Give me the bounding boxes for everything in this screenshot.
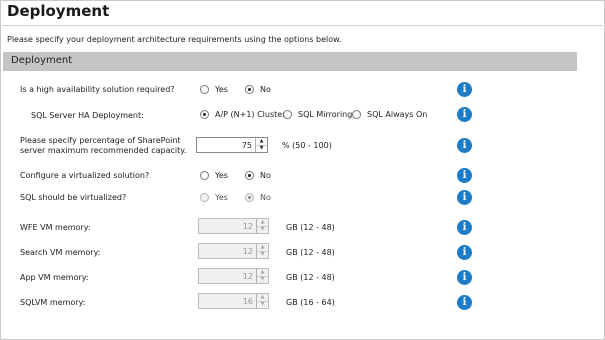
- page-frame: [0, 0, 605, 340]
- sql-virtualized-label: SQL should be virtualized?: [20, 193, 127, 202]
- capacity-value[interactable]: 75: [242, 141, 252, 150]
- sql-ha-label: SQL Server HA Deployment:: [31, 111, 144, 120]
- sql-ha-cluster-radio[interactable]: [200, 110, 209, 119]
- capacity-unit: % (50 - 100): [282, 141, 332, 150]
- wfe-memory-spin-buttons: ▲ ▼: [256, 219, 268, 233]
- sql-ha-mirroring-label: SQL Mirroring: [298, 110, 353, 119]
- sql-ha-alwayson-label: SQL Always On: [367, 110, 428, 119]
- search-memory-stepper: 12 ▲ ▼: [198, 243, 269, 259]
- sql-virtualized-no-label: No: [260, 193, 271, 202]
- search-memory-unit: GB (12 - 48): [286, 248, 335, 257]
- search-memory-label: Search VM memory:: [20, 248, 101, 257]
- capacity-spin-buttons[interactable]: ▲ ▼: [255, 138, 267, 152]
- capacity-info-icon[interactable]: i: [457, 138, 472, 153]
- wfe-memory-down-arrow-icon: ▼: [260, 226, 265, 232]
- ha-yes-option[interactable]: Yes: [200, 85, 228, 94]
- ha-no-label: No: [260, 85, 271, 94]
- wfe-memory-label: WFE VM memory:: [20, 223, 91, 232]
- capacity-label-line2: server maximum recommended capacity.: [20, 146, 187, 155]
- search-memory-info-icon[interactable]: i: [457, 245, 472, 260]
- wfe-memory-info-icon[interactable]: i: [457, 220, 472, 235]
- sql-virtualized-yes-label: Yes: [215, 193, 228, 202]
- app-memory-spin-buttons: ▲ ▼: [256, 269, 268, 283]
- page-title: Deployment: [7, 2, 110, 20]
- sql-ha-mirroring-radio[interactable]: [283, 110, 292, 119]
- sql-memory-info-icon[interactable]: i: [457, 295, 472, 310]
- app-memory-label: App VM memory:: [20, 273, 89, 282]
- app-memory-down-arrow-icon: ▼: [260, 276, 265, 282]
- wfe-memory-stepper: 12 ▲ ▼: [198, 218, 269, 234]
- app-memory-stepper: 12 ▲ ▼: [198, 268, 269, 284]
- virtualized-label: Configure a virtualized solution?: [20, 171, 150, 180]
- wfe-memory-unit: GB (12 - 48): [286, 223, 335, 232]
- sql-ha-alwayson-option[interactable]: SQL Always On: [352, 110, 427, 119]
- sql-memory-stepper: 16 ▲ ▼: [198, 293, 269, 309]
- virtualized-no-radio[interactable]: [245, 171, 254, 180]
- ha-no-radio[interactable]: [245, 85, 254, 94]
- app-memory-info-icon[interactable]: i: [457, 270, 472, 285]
- section-title: Deployment: [11, 55, 73, 66]
- virtualized-yes-option[interactable]: Yes: [200, 171, 228, 180]
- virtualized-info-icon[interactable]: i: [457, 168, 472, 183]
- ha-info-icon[interactable]: i: [457, 82, 472, 97]
- ha-yes-radio[interactable]: [200, 85, 209, 94]
- sql-virtualized-yes-option: Yes: [200, 193, 228, 202]
- sql-ha-cluster-label: A/P (N+1) Cluster: [215, 110, 286, 119]
- sql-virtualized-no-option: No: [245, 193, 271, 202]
- virtualized-yes-radio[interactable]: [200, 171, 209, 180]
- wfe-memory-value: 12: [242, 222, 253, 231]
- page-description: Please specify your deployment architect…: [7, 35, 342, 44]
- sql-memory-spin-buttons: ▲ ▼: [256, 294, 268, 308]
- app-memory-unit: GB (12 - 48): [286, 273, 335, 282]
- sql-memory-down-arrow-icon: ▼: [260, 301, 265, 307]
- search-memory-spin-buttons: ▲ ▼: [256, 244, 268, 258]
- ha-yes-label: Yes: [215, 85, 228, 94]
- sql-virtualized-no-radio: [245, 193, 254, 202]
- sql-memory-value: 16: [242, 297, 253, 306]
- sql-ha-cluster-option[interactable]: A/P (N+1) Cluster: [200, 110, 286, 119]
- title-divider: [2, 25, 602, 26]
- sql-ha-info-icon[interactable]: i: [457, 107, 472, 122]
- ha-no-option[interactable]: No: [245, 85, 271, 94]
- capacity-stepper[interactable]: 75 ▲ ▼: [196, 137, 268, 153]
- app-memory-value: 12: [242, 272, 253, 281]
- search-memory-value: 12: [242, 247, 253, 256]
- capacity-label-line1: Please specify percentage of SharePoint: [20, 136, 181, 145]
- search-memory-down-arrow-icon: ▼: [260, 251, 265, 257]
- virtualized-yes-label: Yes: [215, 171, 228, 180]
- sql-virtualized-yes-radio: [200, 193, 209, 202]
- section-header: Deployment: [3, 52, 577, 71]
- ha-label: Is a high availability solution required…: [20, 85, 175, 94]
- sql-ha-mirroring-option[interactable]: SQL Mirroring: [283, 110, 352, 119]
- virtualized-no-label: No: [260, 171, 271, 180]
- virtualized-no-option[interactable]: No: [245, 171, 271, 180]
- capacity-down-arrow-icon[interactable]: ▼: [256, 145, 267, 152]
- sql-memory-unit: GB (16 - 64): [286, 298, 335, 307]
- sql-memory-label: SQLVM memory:: [20, 298, 86, 307]
- sql-ha-alwayson-radio[interactable]: [352, 110, 361, 119]
- sql-virtualized-info-icon[interactable]: i: [457, 190, 472, 205]
